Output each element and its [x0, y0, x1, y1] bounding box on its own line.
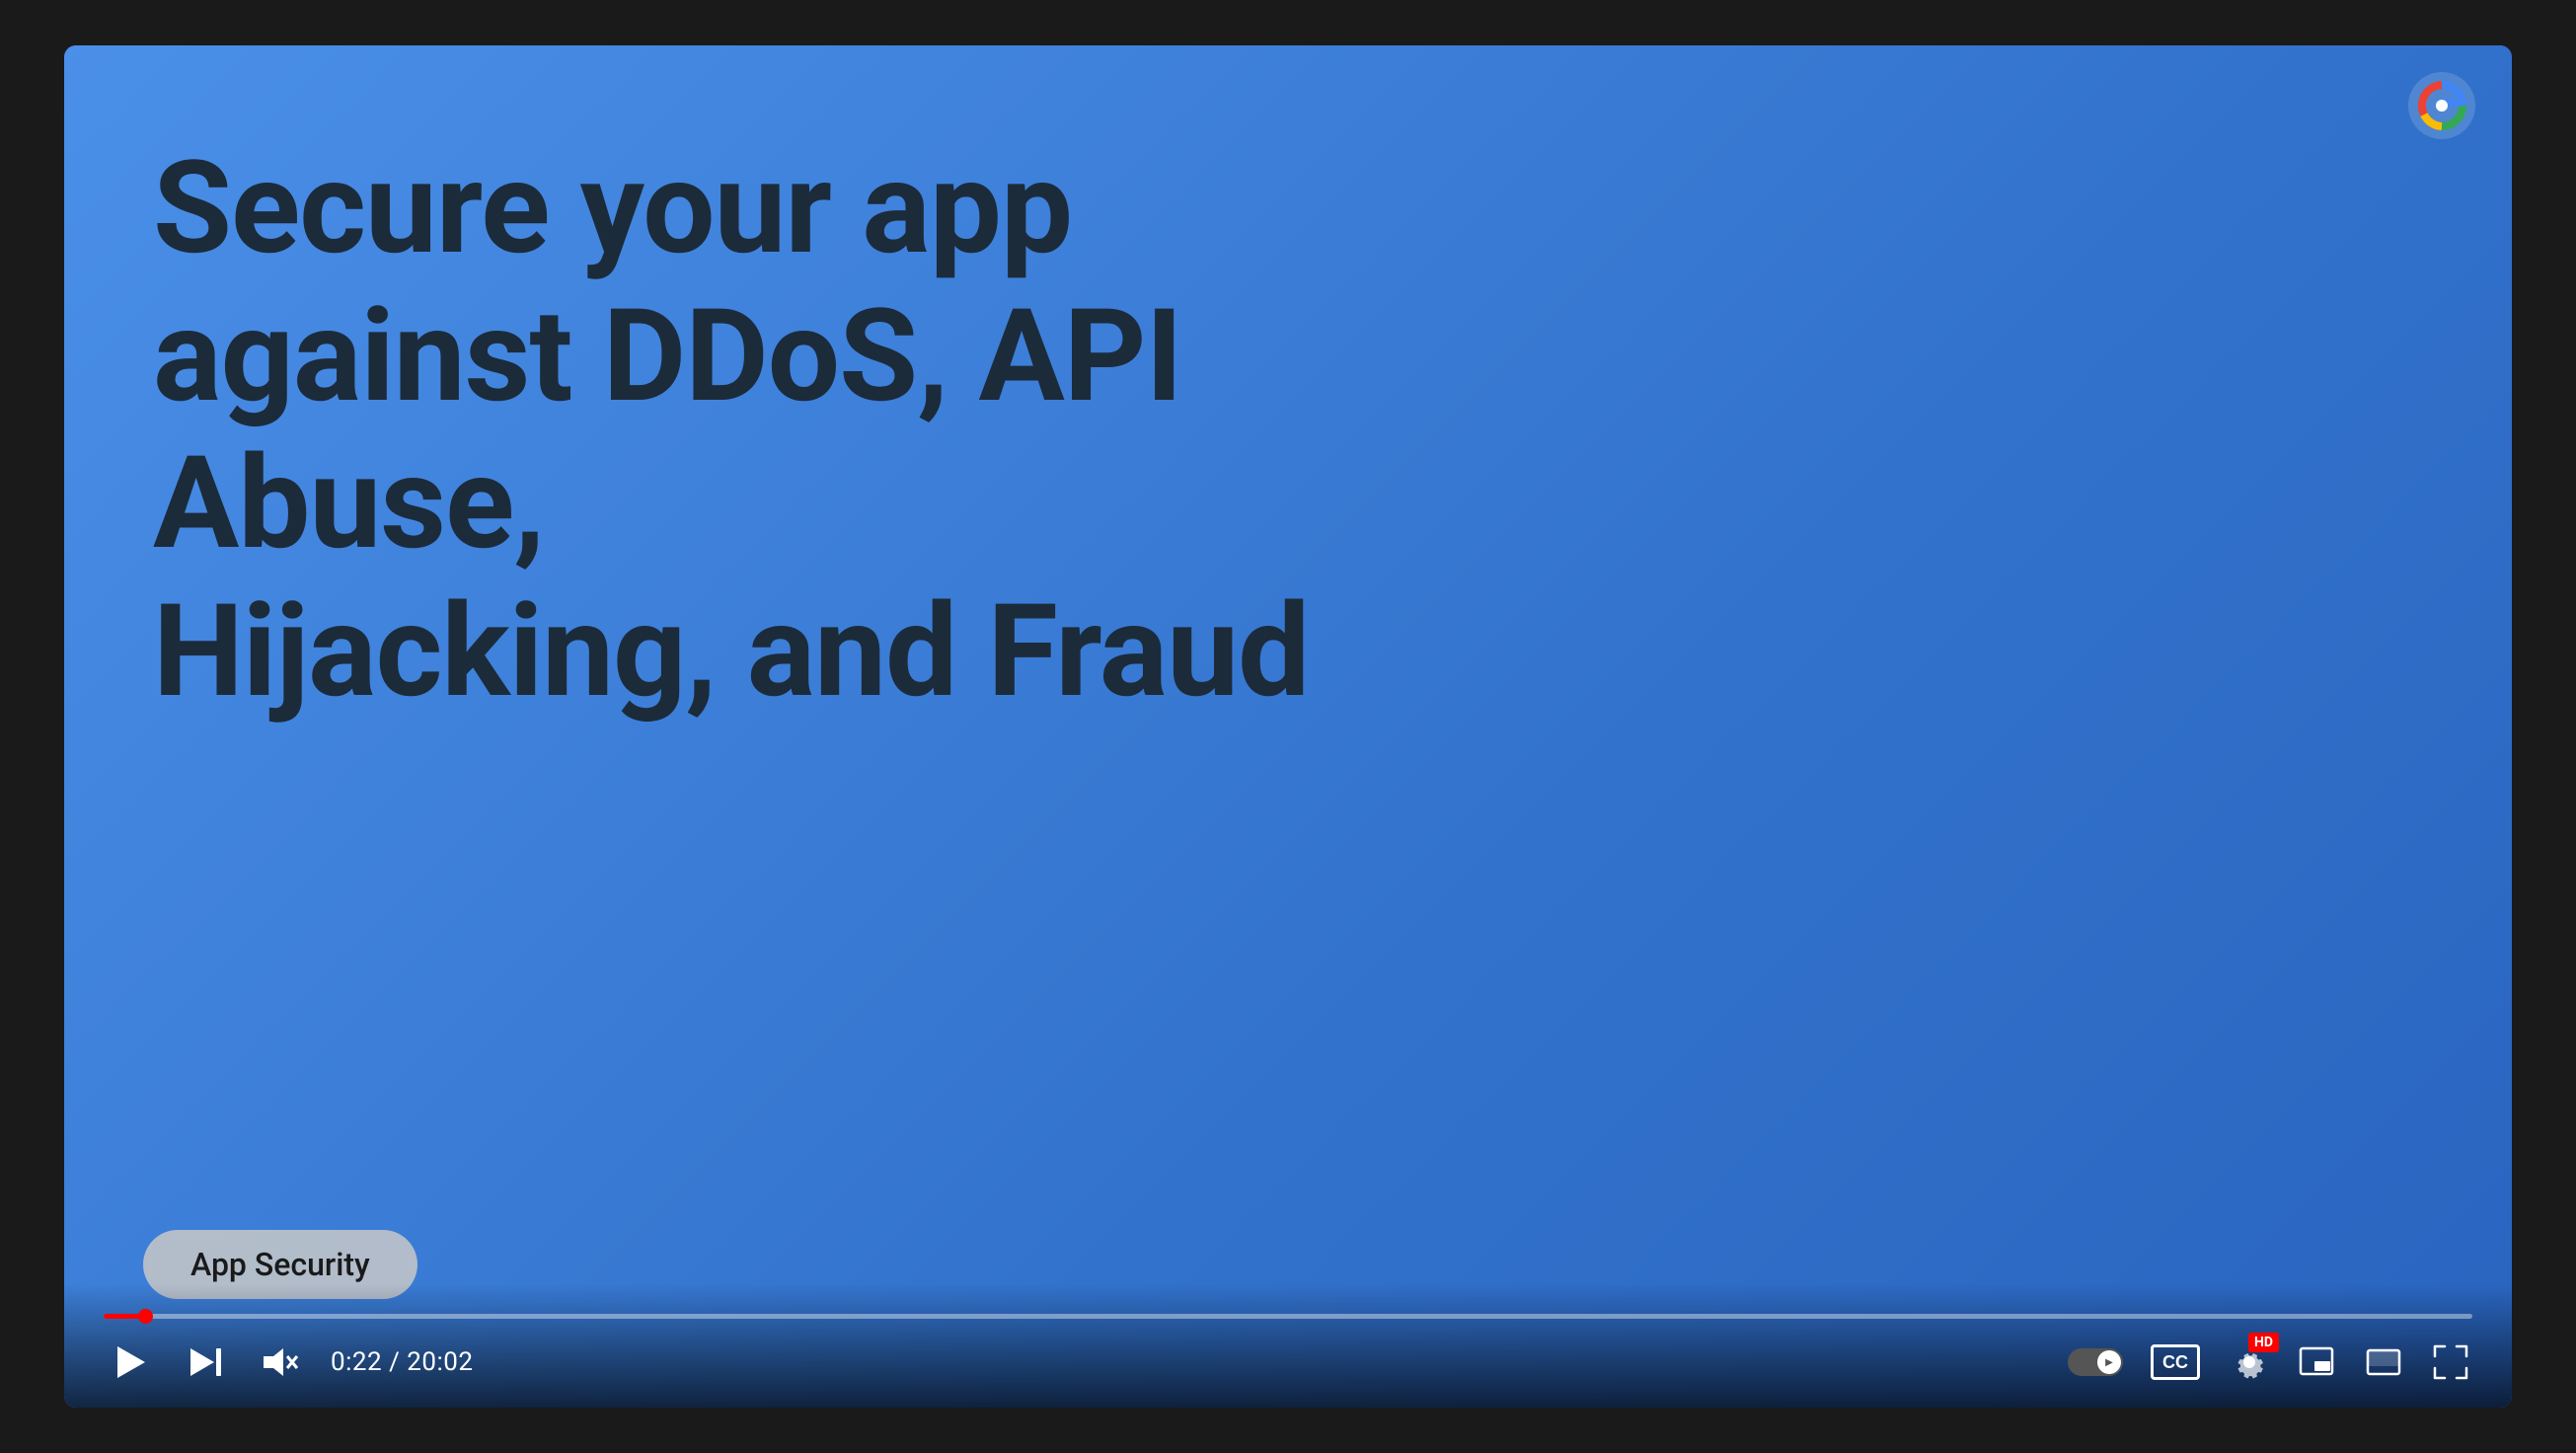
- fullscreen-button[interactable]: [2429, 1340, 2472, 1384]
- cc-label: CC: [2162, 1352, 2188, 1373]
- miniplayer-button[interactable]: [2295, 1340, 2338, 1384]
- controls-row: 0:22 / 20:02 CC: [104, 1337, 2472, 1388]
- progress-fill: [104, 1314, 147, 1319]
- volume-button[interactable]: [256, 1338, 303, 1386]
- autoplay-track: [2068, 1348, 2123, 1376]
- controls-left: 0:22 / 20:02: [104, 1337, 474, 1388]
- autoplay-knob: [2097, 1350, 2121, 1374]
- progress-bar[interactable]: [104, 1314, 2472, 1319]
- next-button[interactable]: [183, 1339, 228, 1385]
- hd-badge: HD: [2248, 1333, 2279, 1352]
- time-display: 0:22 / 20:02: [331, 1347, 474, 1377]
- captions-button[interactable]: CC: [2147, 1340, 2204, 1384]
- controls-overlay: 0:22 / 20:02 CC: [64, 1284, 2512, 1408]
- autoplay-toggle[interactable]: [2068, 1348, 2123, 1376]
- settings-wrapper: HD: [2228, 1340, 2271, 1384]
- video-player[interactable]: Secure your app against DDoS, API Abuse,…: [64, 45, 2512, 1408]
- play-button[interactable]: [104, 1337, 155, 1388]
- google-logo: [2407, 71, 2476, 140]
- theater-mode-button[interactable]: [2362, 1340, 2405, 1384]
- cc-icon: CC: [2151, 1344, 2200, 1380]
- video-title: Secure your app against DDoS, API Abuse,…: [153, 134, 1337, 725]
- controls-right: CC HD: [2068, 1340, 2472, 1384]
